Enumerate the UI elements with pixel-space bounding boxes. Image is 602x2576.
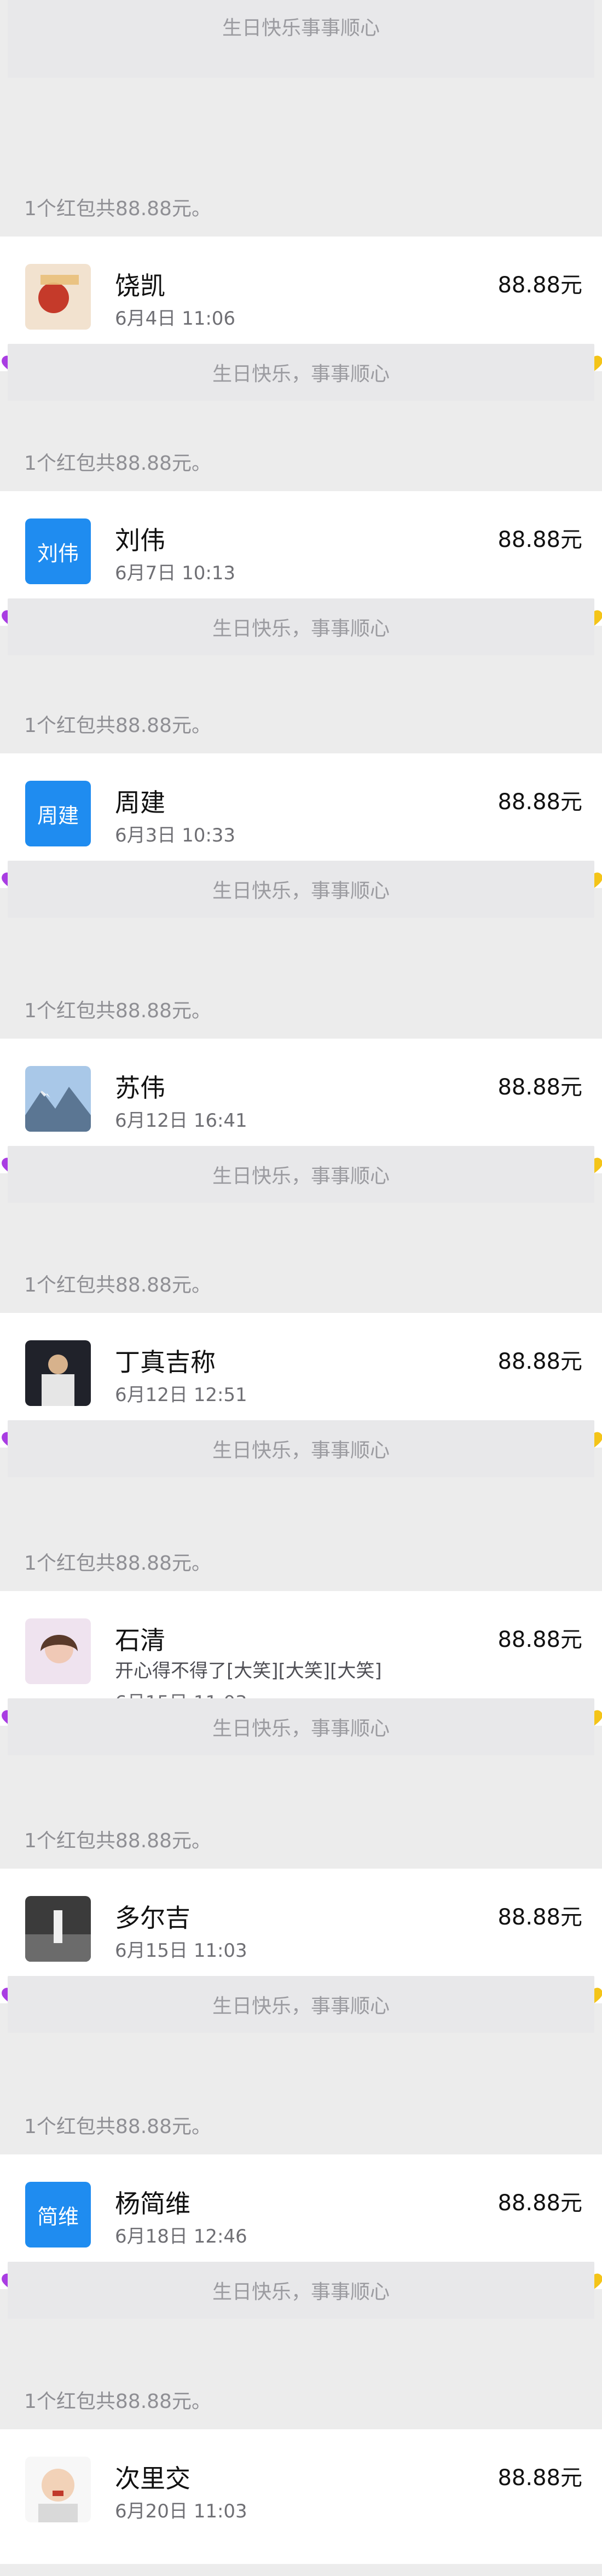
red-packet-count-label: 1个红包共88.88元。 (24, 1000, 211, 1022)
amount: 88.88元 (497, 527, 582, 552)
timestamp: 6月12日 12:51 (115, 1384, 247, 1406)
red-packet-entry: 1个红包共88.88元。石清88.88元开心得不得了[大笑][大笑][大笑]6月… (0, 1464, 602, 1755)
timestamp: 6月12日 16:41 (115, 1110, 247, 1132)
red-packet-entry: 1个红包共88.88元。丁真吉称 88.88元 6月12日 12:51 生日快乐，事事… (0, 1186, 602, 1477)
amount: 88.88元 (497, 1349, 582, 1374)
sender-name: 丁真吉称 (115, 1347, 216, 1377)
red-packet-card[interactable]: 次里交 88.88元 6月20日 11:03 (0, 2429, 602, 2564)
timestamp: 6月4日 11:06 (115, 308, 236, 330)
timestamp: 6月3日 10:33 (115, 825, 236, 846)
amount: 88.88元 (497, 1905, 582, 1930)
sender-name: 次里交 (115, 2464, 190, 2493)
red-packet-entry: 1个红包共88.88元。次里交 88.88元 6月20日 11:03 (0, 2302, 602, 2576)
avatar-text: 刘伟 (37, 541, 79, 566)
red-packet-entry: 1个红包共88.88元。简维 杨简维 88.88元 6月18日 12:46 生日快乐，事… (0, 2027, 602, 2319)
red-packet-count-label: 1个红包共88.88元。 (24, 1552, 211, 1575)
red-packet-detail-list: 生日快乐事事顺心 1个红包共88.88元。 饶凯 88.88元 6月4日 11:06 生… (0, 0, 602, 2564)
greeting-text: 生日快乐，事事顺心 (212, 1439, 390, 1462)
greeting-text: 生日快乐，事事顺心 (212, 880, 390, 902)
red-packet-entry: 1个红包共88.88元。 饶凯 88.88元 6月4日 11:06 生日快乐，事事顺心 (0, 110, 602, 401)
avatar-photo-icon (25, 264, 91, 330)
timestamp: 6月7日 10:13 (115, 562, 236, 584)
avatar[interactable] (25, 264, 91, 330)
avatar[interactable] (25, 1066, 91, 1132)
avatar-photo-icon (25, 2457, 91, 2522)
greeting-text: 生日快乐，事事顺心 (212, 1165, 390, 1188)
avatar[interactable] (25, 1618, 91, 1684)
avatar[interactable]: 简维 (25, 2182, 91, 2247)
avatar[interactable]: 周建 (25, 781, 91, 846)
red-packet-entry: 1个红包共88.88元。多尔吉 88.88元 6月15日 11:03 生日快乐，事事顺… (0, 1742, 602, 2033)
red-packet-entry: 1个红包共88.88元。 刘伟 刘伟 88.88元 6月7日 10:13 生日快乐，事事顺… (0, 364, 602, 655)
sender-name: 周建 (115, 788, 165, 817)
sender-name: 多尔吉 (115, 1903, 190, 1933)
avatar-text: 周建 (37, 803, 79, 828)
greeting-text-top: 生日快乐事事顺心 (222, 17, 380, 39)
amount: 88.88元 (497, 273, 582, 298)
red-packet-count-label: 1个红包共88.88元。 (24, 1274, 211, 1296)
sender-name: 石清 (115, 1626, 165, 1655)
greeting-text: 生日快乐，事事顺心 (212, 2281, 390, 2303)
red-packet-count-label: 1个红包共88.88元。 (24, 198, 211, 220)
red-packet-count-label: 1个红包共88.88元。 (24, 2390, 211, 2413)
timestamp: 6月18日 12:46 (115, 2226, 247, 2247)
avatar-photo-icon (25, 1896, 91, 1962)
sender-name: 杨简维 (115, 2189, 190, 2218)
avatar-photo-icon (25, 1066, 91, 1132)
amount: 88.88元 (497, 789, 582, 815)
red-packet-entry: 1个红包共88.88元。 周建 周建 88.88元 6月3日 10:33 生日快乐，事事顺… (0, 626, 602, 918)
amount: 88.88元 (497, 2191, 582, 2216)
amount: 88.88元 (497, 1075, 582, 1100)
red-packet-count-label: 1个红包共88.88元。 (24, 2116, 211, 2138)
avatar[interactable] (25, 1896, 91, 1962)
timestamp: 6月15日 11:03 (115, 1940, 247, 1962)
sender-message: 开心得不得了[大笑][大笑][大笑] (115, 1660, 382, 1682)
avatar[interactable] (25, 1340, 91, 1406)
sender-name: 饶凯 (115, 271, 165, 301)
greeting-text: 生日快乐，事事顺心 (212, 1718, 390, 1740)
sender-name: 刘伟 (115, 526, 165, 555)
red-packet-count-label: 1个红包共88.88元。 (24, 452, 211, 475)
red-packet-count-label: 1个红包共88.88元。 (24, 714, 211, 737)
avatar-photo-icon (25, 1340, 91, 1406)
red-packet-entry: 1个红包共88.88元。苏伟 88.88元 6月12日 16:41 生日快乐，事事顺心 (0, 912, 602, 1203)
timestamp: 6月20日 11:03 (115, 2500, 247, 2522)
avatar-photo-icon (25, 1618, 91, 1684)
amount: 88.88元 (497, 2465, 582, 2491)
avatar[interactable] (25, 2457, 91, 2522)
avatar[interactable]: 刘伟 (25, 518, 91, 584)
red-packet-count-label: 1个红包共88.88元。 (24, 1830, 211, 1852)
avatar-text: 简维 (37, 2204, 79, 2229)
amount: 88.88元 (497, 1627, 582, 1652)
greeting-text: 生日快乐，事事顺心 (212, 1995, 390, 2018)
sender-name: 苏伟 (115, 1073, 165, 1103)
